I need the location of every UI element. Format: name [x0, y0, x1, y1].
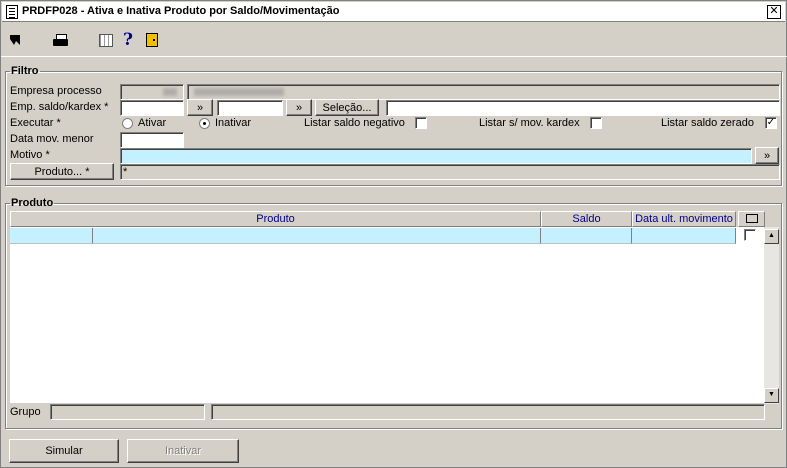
motivo-input[interactable] — [120, 148, 752, 164]
grid-cell-data-ult-movimento[interactable] — [632, 228, 736, 244]
empresa-processo-name — [187, 84, 780, 100]
listar-sem-mov-checkbox[interactable] — [590, 117, 602, 129]
select-all-icon — [745, 214, 758, 223]
door-icon — [146, 33, 158, 47]
listar-saldo-negativo-label: Listar saldo negativo — [304, 117, 405, 129]
emp-saldo-expand-button-2[interactable]: » — [286, 99, 312, 116]
grid-cell-produto[interactable] — [93, 228, 541, 244]
produto-filter-text: * — [123, 166, 128, 178]
grupo-name-field — [211, 404, 765, 420]
door-exit-button[interactable] — [143, 31, 161, 49]
grid-vertical-scrollbar[interactable] — [764, 227, 779, 404]
produto-grid-body[interactable] — [10, 227, 764, 403]
ativar-label: Ativar — [138, 117, 167, 129]
ativar-radio[interactable] — [122, 118, 133, 129]
inativar-action-label: Inativar — [164, 445, 202, 457]
scroll-down-button[interactable]: ▼ — [764, 388, 779, 403]
simular-button[interactable]: Simular — [9, 439, 119, 463]
grid-cell-code[interactable] — [10, 228, 93, 244]
grupo-code-field — [50, 404, 205, 420]
help-icon: ? — [123, 30, 133, 50]
empresa-processo-code — [120, 84, 184, 100]
grid-cell-saldo[interactable] — [541, 228, 632, 244]
window-title: PRDFP028 - Ativa e Inativa Produto por S… — [22, 5, 340, 17]
listar-saldo-zerado-label: Listar saldo zerado — [661, 117, 754, 129]
emp-saldo-kardex-label: Emp. saldo/kardex * — [10, 101, 109, 113]
emp-saldo-kardex-input[interactable] — [120, 100, 184, 116]
grupo-label: Grupo — [10, 406, 41, 418]
title-bar: PRDFP028 - Ativa e Inativa Produto por S… — [2, 2, 785, 22]
column-header-select-all[interactable] — [738, 211, 765, 227]
help-button[interactable]: ? — [119, 30, 137, 50]
motivo-label: Motivo * — [10, 149, 50, 161]
emp-saldo-kardex-input-2[interactable] — [217, 100, 283, 116]
exit-button[interactable] — [6, 31, 24, 49]
selecao-input[interactable] — [386, 100, 780, 116]
document-icon — [6, 5, 18, 19]
simular-label: Simular — [45, 445, 83, 457]
filtro-legend: Filtro — [11, 65, 39, 77]
produto-button[interactable]: Produto... * — [10, 163, 114, 180]
produto-filter-value: * — [120, 164, 780, 180]
column-header-produto[interactable]: Produto — [10, 211, 541, 227]
data-mov-menor-input[interactable] — [120, 132, 184, 148]
print-button[interactable] — [51, 31, 69, 49]
selecao-button[interactable]: Seleção... — [315, 99, 379, 116]
data-mov-menor-label: Data mov. menor — [10, 133, 94, 145]
main-window: PRDFP028 - Ativa e Inativa Produto por S… — [0, 0, 787, 468]
listar-saldo-negativo-checkbox[interactable] — [415, 117, 427, 129]
grid-row-checkbox[interactable] — [744, 229, 756, 241]
executar-label: Executar * — [10, 117, 61, 129]
column-header-data-ult-movimento[interactable]: Data ult. movimento — [632, 211, 736, 227]
listar-sem-mov-label: Listar s/ mov. kardex — [479, 117, 580, 129]
inativar-radio[interactable] — [199, 118, 210, 129]
calculator-button[interactable] — [97, 31, 115, 49]
motivo-expand-button[interactable]: » — [755, 147, 779, 164]
scroll-up-button[interactable]: ▲ — [764, 229, 779, 244]
calculator-icon — [99, 33, 113, 47]
printer-icon — [52, 34, 68, 46]
emp-saldo-expand-button[interactable]: » — [187, 99, 213, 116]
listar-saldo-zerado-checkbox[interactable]: ✓ — [765, 117, 777, 129]
exit-arrow-icon — [10, 35, 20, 45]
column-header-saldo[interactable]: Saldo — [541, 211, 632, 227]
close-button[interactable]: ✕ — [767, 5, 781, 19]
inativar-label: Inativar — [215, 117, 252, 129]
produto-legend: Produto — [11, 197, 54, 209]
empresa-processo-label: Empresa processo — [10, 85, 102, 97]
toolbar: ? — [1, 23, 787, 57]
inativar-button: Inativar — [127, 439, 239, 463]
